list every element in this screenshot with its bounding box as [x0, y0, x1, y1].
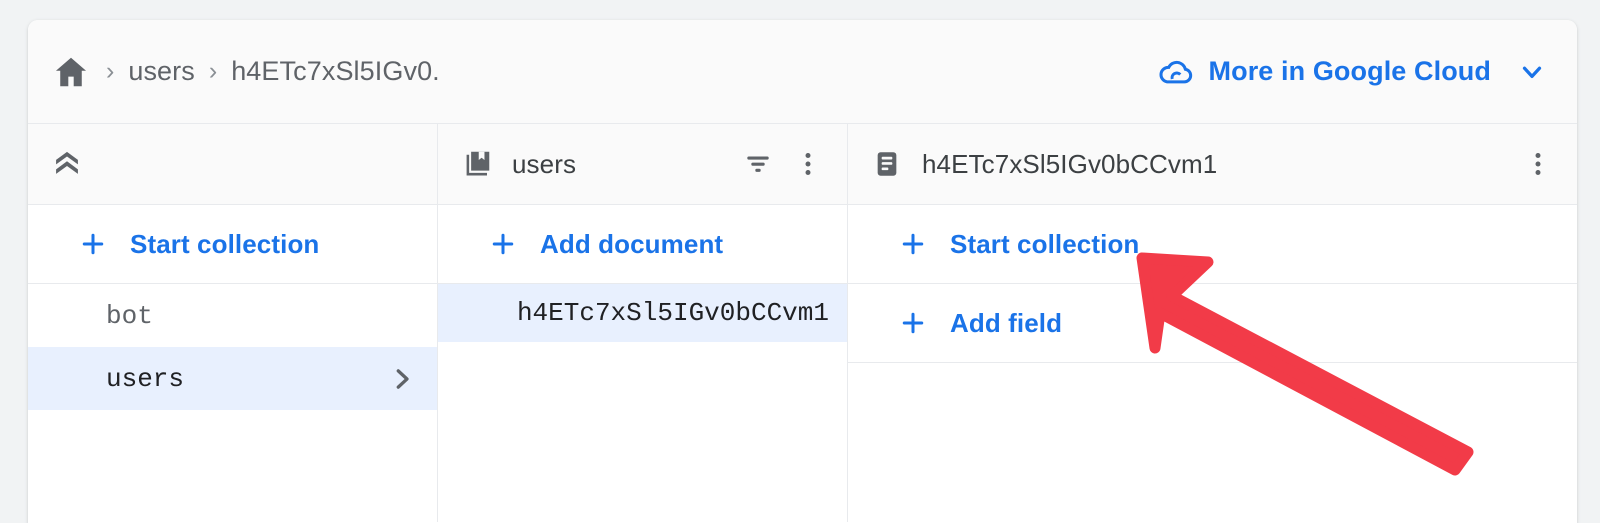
panel-title-collection: users [512, 148, 577, 179]
screen-root: › users › h4ETc7xSl5IGv0. More in Google… [0, 0, 1600, 523]
list-item-bot[interactable]: bot [28, 284, 437, 347]
more-vert-icon[interactable] [1515, 141, 1561, 187]
panel-empty-area [438, 342, 847, 522]
cloud-icon [1157, 57, 1195, 87]
filter-icon[interactable] [735, 141, 781, 187]
plus-icon [78, 229, 108, 259]
panel-header-collection: users [438, 124, 847, 205]
chevron-right-icon [387, 364, 417, 394]
plus-icon [898, 229, 928, 259]
breadcrumb-separator-1: › [106, 57, 115, 85]
breadcrumb-bar: › users › h4ETc7xSl5IGv0. More in Google… [28, 20, 1577, 124]
panel-header-document: h4ETc7xSl5IGv0bCCvm1 [848, 124, 1577, 205]
panel-container: Start collection bot users users Add doc… [28, 124, 1577, 522]
more-vert-icon[interactable] [785, 141, 831, 187]
firestore-data-card: › users › h4ETc7xSl5IGv0. More in Google… [28, 20, 1577, 523]
list-item-label: bot [106, 300, 153, 331]
list-item-label: users [106, 363, 185, 394]
panel-header-actions [735, 141, 831, 187]
panel-title-document: h4ETc7xSl5IGv0bCCvm1 [922, 148, 1218, 179]
panel-document-detail: h4ETc7xSl5IGv0bCCvm1 Start collection Ad… [847, 124, 1577, 522]
panel-root-collections: Start collection bot users [28, 124, 437, 522]
add-document-label: Add document [540, 228, 724, 259]
plus-icon [488, 229, 518, 259]
more-in-google-cloud-label: More in Google Cloud [1208, 56, 1491, 86]
panel-empty-area [28, 410, 437, 522]
panel-header-actions [1515, 141, 1561, 187]
breadcrumb-item-document[interactable]: h4ETc7xSl5IGv0. [231, 56, 440, 87]
collection-icon [460, 148, 494, 180]
panel-collection-documents: users Add document h4ETc7xSl5IGv0bCCvm1 [437, 124, 847, 522]
add-field-label: Add field [950, 307, 1063, 338]
plus-icon [898, 308, 928, 338]
list-item-label: h4ETc7xSl5IGv0bCCvm1 [516, 298, 829, 328]
home-icon[interactable] [50, 51, 92, 93]
breadcrumb: › users › h4ETc7xSl5IGv0. [50, 51, 1157, 93]
breadcrumb-separator-2: › [208, 57, 218, 85]
start-collection-label-root: Start collection [130, 228, 320, 259]
start-collection-button-document[interactable]: Start collection [848, 205, 1577, 283]
panel-header-root [28, 124, 437, 205]
more-in-google-cloud-button[interactable]: More in Google Cloud [1157, 56, 1553, 87]
list-item-document[interactable]: h4ETc7xSl5IGv0bCCvm1 [438, 284, 847, 342]
list-item-users[interactable]: users [28, 347, 437, 410]
start-collection-button-root[interactable]: Start collection [28, 205, 437, 283]
chevron-down-icon [1517, 57, 1547, 87]
breadcrumb-item-users[interactable]: users [128, 56, 195, 87]
start-collection-label-document: Start collection [950, 228, 1140, 259]
add-field-button[interactable]: Add field [848, 284, 1577, 362]
firestore-database-icon [50, 147, 84, 181]
add-document-button[interactable]: Add document [438, 205, 847, 283]
panel-empty-area [848, 363, 1577, 522]
document-icon [870, 148, 904, 180]
